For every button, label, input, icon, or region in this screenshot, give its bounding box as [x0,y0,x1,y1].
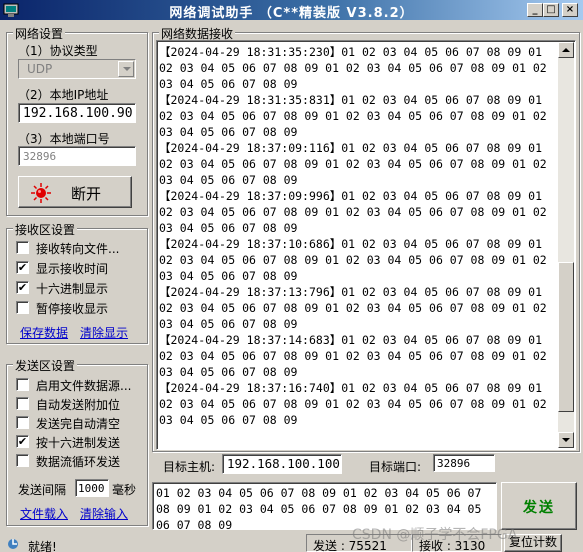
checkbox-icon[interactable]: ✔ [16,261,29,274]
target-port-label: 目标端口: [369,460,422,474]
checkbox-icon[interactable] [16,241,29,254]
disconnect-button-label: 断开 [71,185,102,203]
minimize-button[interactable]: _ [527,3,543,17]
network-settings-label: 网络设置 [13,25,66,42]
local-port-field[interactable]: 32896 [18,146,136,166]
file-load-link[interactable]: 文件载入 [20,505,68,522]
scroll-down-icon[interactable] [558,432,574,448]
receive-option-label: 显示接收时间 [36,262,109,276]
receive-log-area[interactable]: 【2024-04-29 18:31:35:230】01 02 03 04 05 … [156,40,576,450]
send-option-label: 自动发送附加位 [36,398,121,412]
target-host-input[interactable]: 192.168.100.100 [222,454,342,474]
receive-option-label: 接收转向文件... [36,242,120,256]
protocol-select[interactable]: UDP [18,59,136,79]
send-option-label: 按十六进制发送 [36,436,121,450]
checkbox-icon[interactable] [16,397,29,410]
checkbox-icon[interactable] [16,301,29,314]
checkbox-icon[interactable]: ✔ [16,435,29,448]
clear-input-link[interactable]: 清除输入 [80,505,128,522]
send-interval-input[interactable]: 1000 [75,479,109,497]
chevron-down-icon[interactable] [118,61,134,77]
receive-settings-label: 接收区设置 [13,221,78,238]
send-option-label: 数据流循环发送 [36,455,121,469]
connection-indicator-icon [31,183,51,203]
send-interval-label: 发送间隔 [18,483,67,497]
checkbox-icon[interactable] [16,378,29,391]
interval-unit-label: 毫秒 [112,483,137,497]
protocol-type-label: （1）协议类型 [18,44,98,58]
target-host-label: 目标主机: [163,460,216,474]
checkbox-icon[interactable] [16,454,29,467]
checkbox-icon[interactable]: ✔ [16,281,29,294]
receive-scrollbar[interactable] [558,42,574,448]
scrollbar-thumb[interactable] [558,262,574,412]
clear-display-link[interactable]: 清除显示 [80,324,128,341]
send-option-label: 发送完自动清空 [36,417,121,431]
local-ip-label: （2）本地IP地址 [18,88,109,102]
close-button[interactable]: × [562,3,578,17]
status-icon [8,539,18,549]
receive-option-label: 十六进制显示 [36,282,109,296]
disconnect-button[interactable]: 断开 [18,176,132,208]
watermark: CSDN @顺子学不会FPGA [352,527,518,543]
local-port-label: （3）本地端口号 [18,132,110,146]
local-ip-field[interactable]: 192.168.100.90 [18,103,136,123]
status-ready-text: 就绪! [28,540,57,552]
receive-option-label: 暂停接收显示 [36,302,109,316]
title-bar[interactable]: 网络调试助手 （C**精装版 V3.8.2） _ □ × [0,0,583,21]
scroll-up-icon[interactable] [558,42,574,58]
target-port-input[interactable]: 32896 [433,454,495,472]
send-option-label: 启用文件数据源... [36,379,132,393]
checkbox-icon[interactable] [16,416,29,429]
send-settings-label: 发送区设置 [13,357,78,374]
send-input-area[interactable]: 01 02 03 04 05 06 07 08 09 01 02 03 04 0… [152,482,497,530]
send-button[interactable]: 发送 [501,482,577,530]
save-data-link[interactable]: 保存数据 [20,324,68,341]
maximize-button[interactable]: □ [543,3,559,17]
window-title: 网络调试助手 （C**精装版 V3.8.2） [169,6,414,21]
send-button-label: 发送 [523,500,555,516]
protocol-value: UDP [27,62,53,76]
receive-log-text: 【2024-04-29 18:31:35:230】01 02 03 04 05 … [159,45,547,427]
